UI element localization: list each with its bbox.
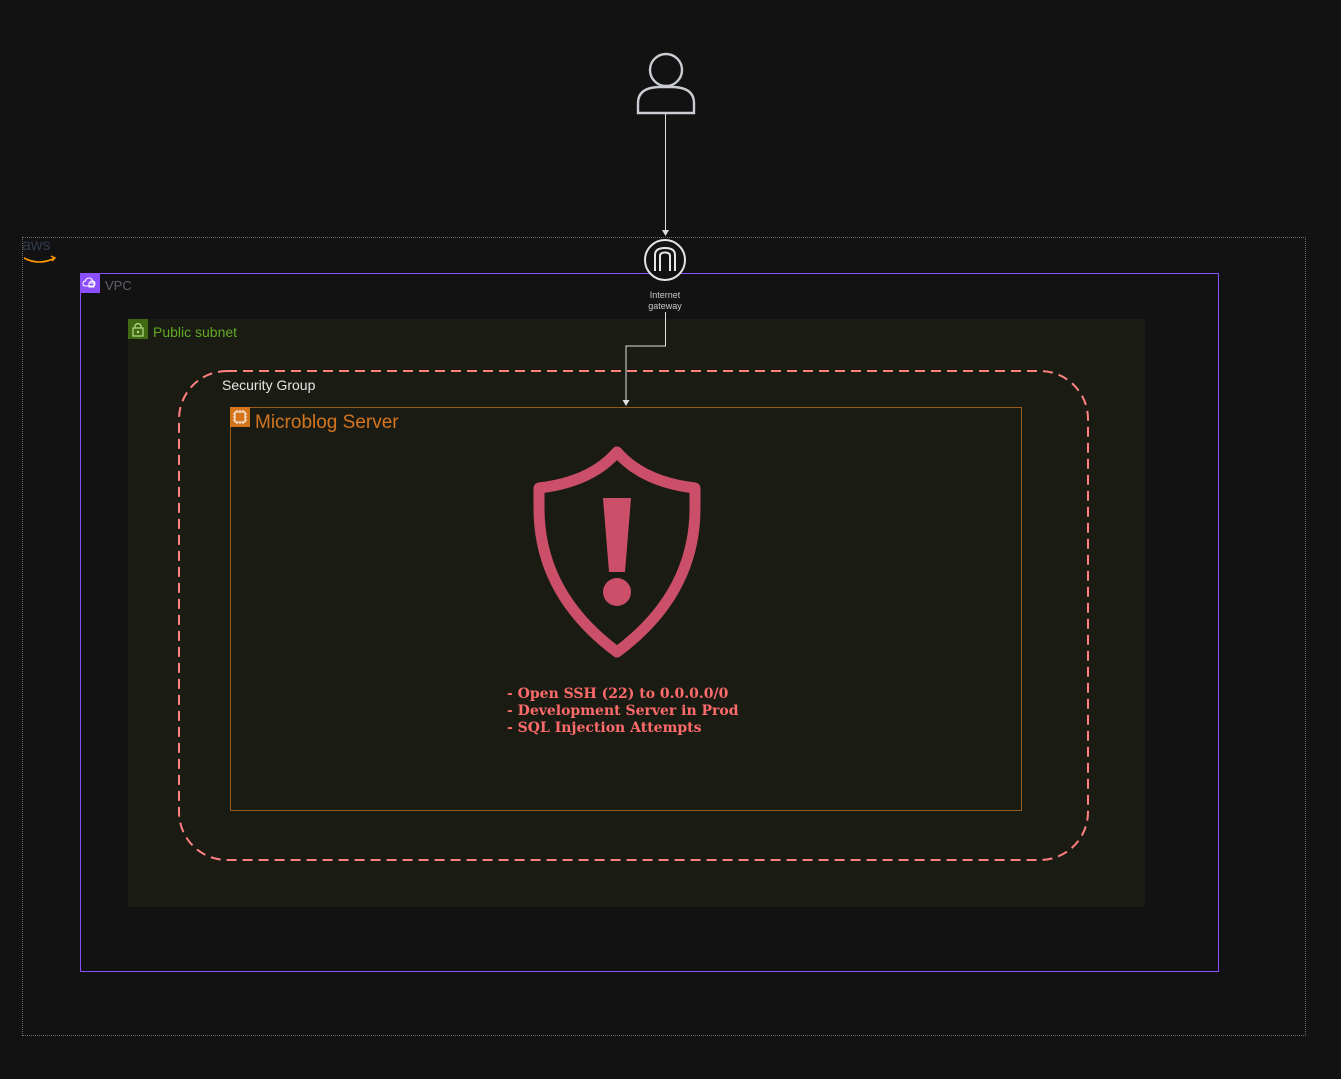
finding-dev-server: - Development Server in Prod [507,703,739,719]
internet-gateway-label-line1: Internet [649,290,681,300]
security-group-label: Security Group [222,377,316,393]
internet-gateway-label-line2: gateway [648,301,682,311]
microblog-server-label: Microblog Server [255,412,399,433]
edge-gateway-to-server-arrow [622,400,630,406]
internet-gateway-label: Internet gateway [615,290,715,312]
diagram-canvas: aws VPC Public subnet Security Group Mic… [0,0,1341,1079]
shield-alert-icon [533,446,701,658]
edge-user-to-gateway-arrow [662,230,669,236]
security-findings-list: - Open SSH (22) to 0.0.0.0/0 - Developme… [507,686,807,737]
edge-gateway-to-server [625,312,666,402]
internet-gateway-icon [644,239,686,281]
finding-sql-injection: - SQL Injection Attempts [507,720,702,736]
finding-open-ssh: - Open SSH (22) to 0.0.0.0/0 [507,686,729,702]
chip-icon [230,407,250,427]
user-icon [636,52,696,115]
